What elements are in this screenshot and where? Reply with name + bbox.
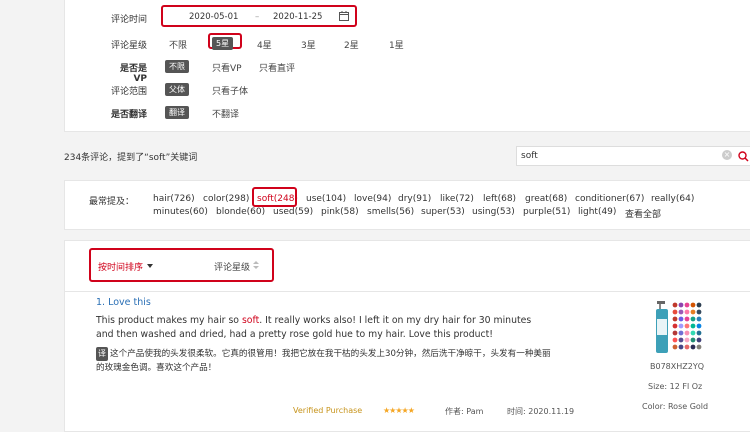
keyword-used[interactable]: used(59)	[273, 207, 313, 217]
keyword-left[interactable]: left(68)	[483, 194, 516, 204]
filter-panel: 评论时间 2020-05-01 – 2020-11-25 评论星级 不限 5星 …	[64, 0, 750, 132]
rating-option-5[interactable]: 5星	[212, 37, 234, 50]
product-color: Color: Rose Gold	[642, 402, 709, 411]
rating-option-all[interactable]: 不限	[169, 38, 187, 51]
keyword-smells[interactable]: smells(56)	[367, 207, 414, 217]
sort-toggle-icon[interactable]	[253, 260, 259, 270]
product-size: Size: 12 Fl Oz	[648, 382, 703, 391]
product-image[interactable]	[653, 297, 705, 355]
keyword-like[interactable]: like(72)	[440, 194, 474, 204]
keyword-great[interactable]: great(68)	[525, 194, 567, 204]
scope-option-parent[interactable]: 父体	[165, 83, 189, 96]
review-item: 1. Love this This product makes my hair …	[64, 292, 750, 432]
review-title[interactable]: 1. Love this	[96, 297, 151, 308]
vp-option-all[interactable]: 不限	[165, 60, 189, 73]
clear-icon[interactable]: ×	[722, 150, 732, 160]
vp-option-direct[interactable]: 只看直评	[259, 61, 295, 74]
translate-label: 是否翻译	[110, 110, 147, 120]
scope-label: 评论范围	[110, 87, 147, 97]
rating-option-3[interactable]: 3星	[301, 38, 316, 51]
rating-label: 评论星级	[110, 41, 147, 51]
keyword-super[interactable]: super(53)	[421, 207, 465, 217]
sort-desc-icon[interactable]	[147, 263, 153, 269]
keyword-love[interactable]: love(94)	[354, 194, 391, 204]
rating-option-2[interactable]: 2星	[344, 38, 359, 51]
rating-option-4[interactable]: 4星	[257, 38, 272, 51]
result-summary: 234条评论，提到了“soft”关键词	[64, 153, 198, 163]
keyword-purple[interactable]: purple(51)	[523, 207, 570, 217]
translate-option-no[interactable]: 不翻译	[212, 107, 239, 120]
date-label: 评论时间	[110, 15, 147, 25]
verified-purchase: Verified Purchase	[293, 406, 363, 415]
review-text-part: This product makes my hair so	[96, 315, 242, 326]
date-start[interactable]: 2020-05-01	[189, 12, 238, 22]
keyword-using[interactable]: using(53)	[472, 207, 515, 217]
keyword-soft[interactable]: soft(248)	[257, 194, 298, 204]
translation-badge: 译	[96, 347, 108, 361]
keyword-minutes[interactable]: minutes(60)	[153, 207, 208, 217]
date-separator: –	[255, 12, 260, 22]
translate-option-yes[interactable]: 翻译	[165, 106, 189, 119]
calendar-icon[interactable]	[339, 11, 349, 21]
date-end[interactable]: 2020-11-25	[273, 12, 322, 22]
scope-option-child[interactable]: 只看子体	[212, 84, 248, 97]
keyword-search: ×	[516, 146, 750, 166]
keyword-blonde[interactable]: blonde(60)	[216, 207, 265, 217]
sort-by-time[interactable]: 按时间排序	[98, 260, 143, 273]
vp-label: 是否是VP	[119, 64, 147, 84]
keyword-use[interactable]: use(104)	[306, 194, 346, 204]
review-time: 时间: 2020.11.19	[507, 407, 575, 416]
rating-stars: ★★★★★	[383, 406, 415, 415]
product-asin[interactable]: B078XHZ2YQ	[650, 362, 704, 371]
keyword-hair[interactable]: hair(726)	[153, 194, 195, 204]
keyword-color[interactable]: color(298)	[203, 194, 249, 204]
rating-option-1[interactable]: 1星	[389, 38, 404, 51]
keyword-really[interactable]: really(64)	[651, 194, 694, 204]
review-keyword-highlight: soft	[241, 315, 260, 326]
search-icon[interactable]	[738, 151, 749, 162]
review-translation: 这个产品使我的头发很柔软。它真的很管用！我把它放在我干枯的头发上30分钟，然后洗…	[96, 349, 551, 373]
review-text-zh: 译这个产品使我的头发很柔软。它真的很管用！我把它放在我干枯的头发上30分钟，然后…	[96, 347, 556, 375]
vp-option-only-vp[interactable]: 只看VP	[212, 61, 242, 74]
keywords-label: 最常提及：	[89, 197, 135, 207]
date-range-picker[interactable]: 2020-05-01 – 2020-11-25	[161, 5, 357, 27]
keyword-view-all[interactable]: 查看全部	[625, 207, 661, 220]
review-text-en: This product makes my hair so soft. It r…	[96, 314, 541, 342]
keyword-conditioner[interactable]: conditioner(67)	[575, 194, 644, 204]
keyword-light[interactable]: light(49)	[578, 207, 616, 217]
review-author: 作者: Pam	[445, 407, 484, 416]
keyword-pink[interactable]: pink(58)	[321, 207, 359, 217]
search-input[interactable]	[521, 150, 711, 162]
keyword-panel: 最常提及： hair(726) color(298) soft(248) use…	[64, 180, 750, 230]
keyword-dry[interactable]: dry(91)	[398, 194, 431, 204]
sort-panel: 按时间排序 评论星级	[64, 240, 750, 292]
sort-by-rating[interactable]: 评论星级	[214, 260, 250, 273]
